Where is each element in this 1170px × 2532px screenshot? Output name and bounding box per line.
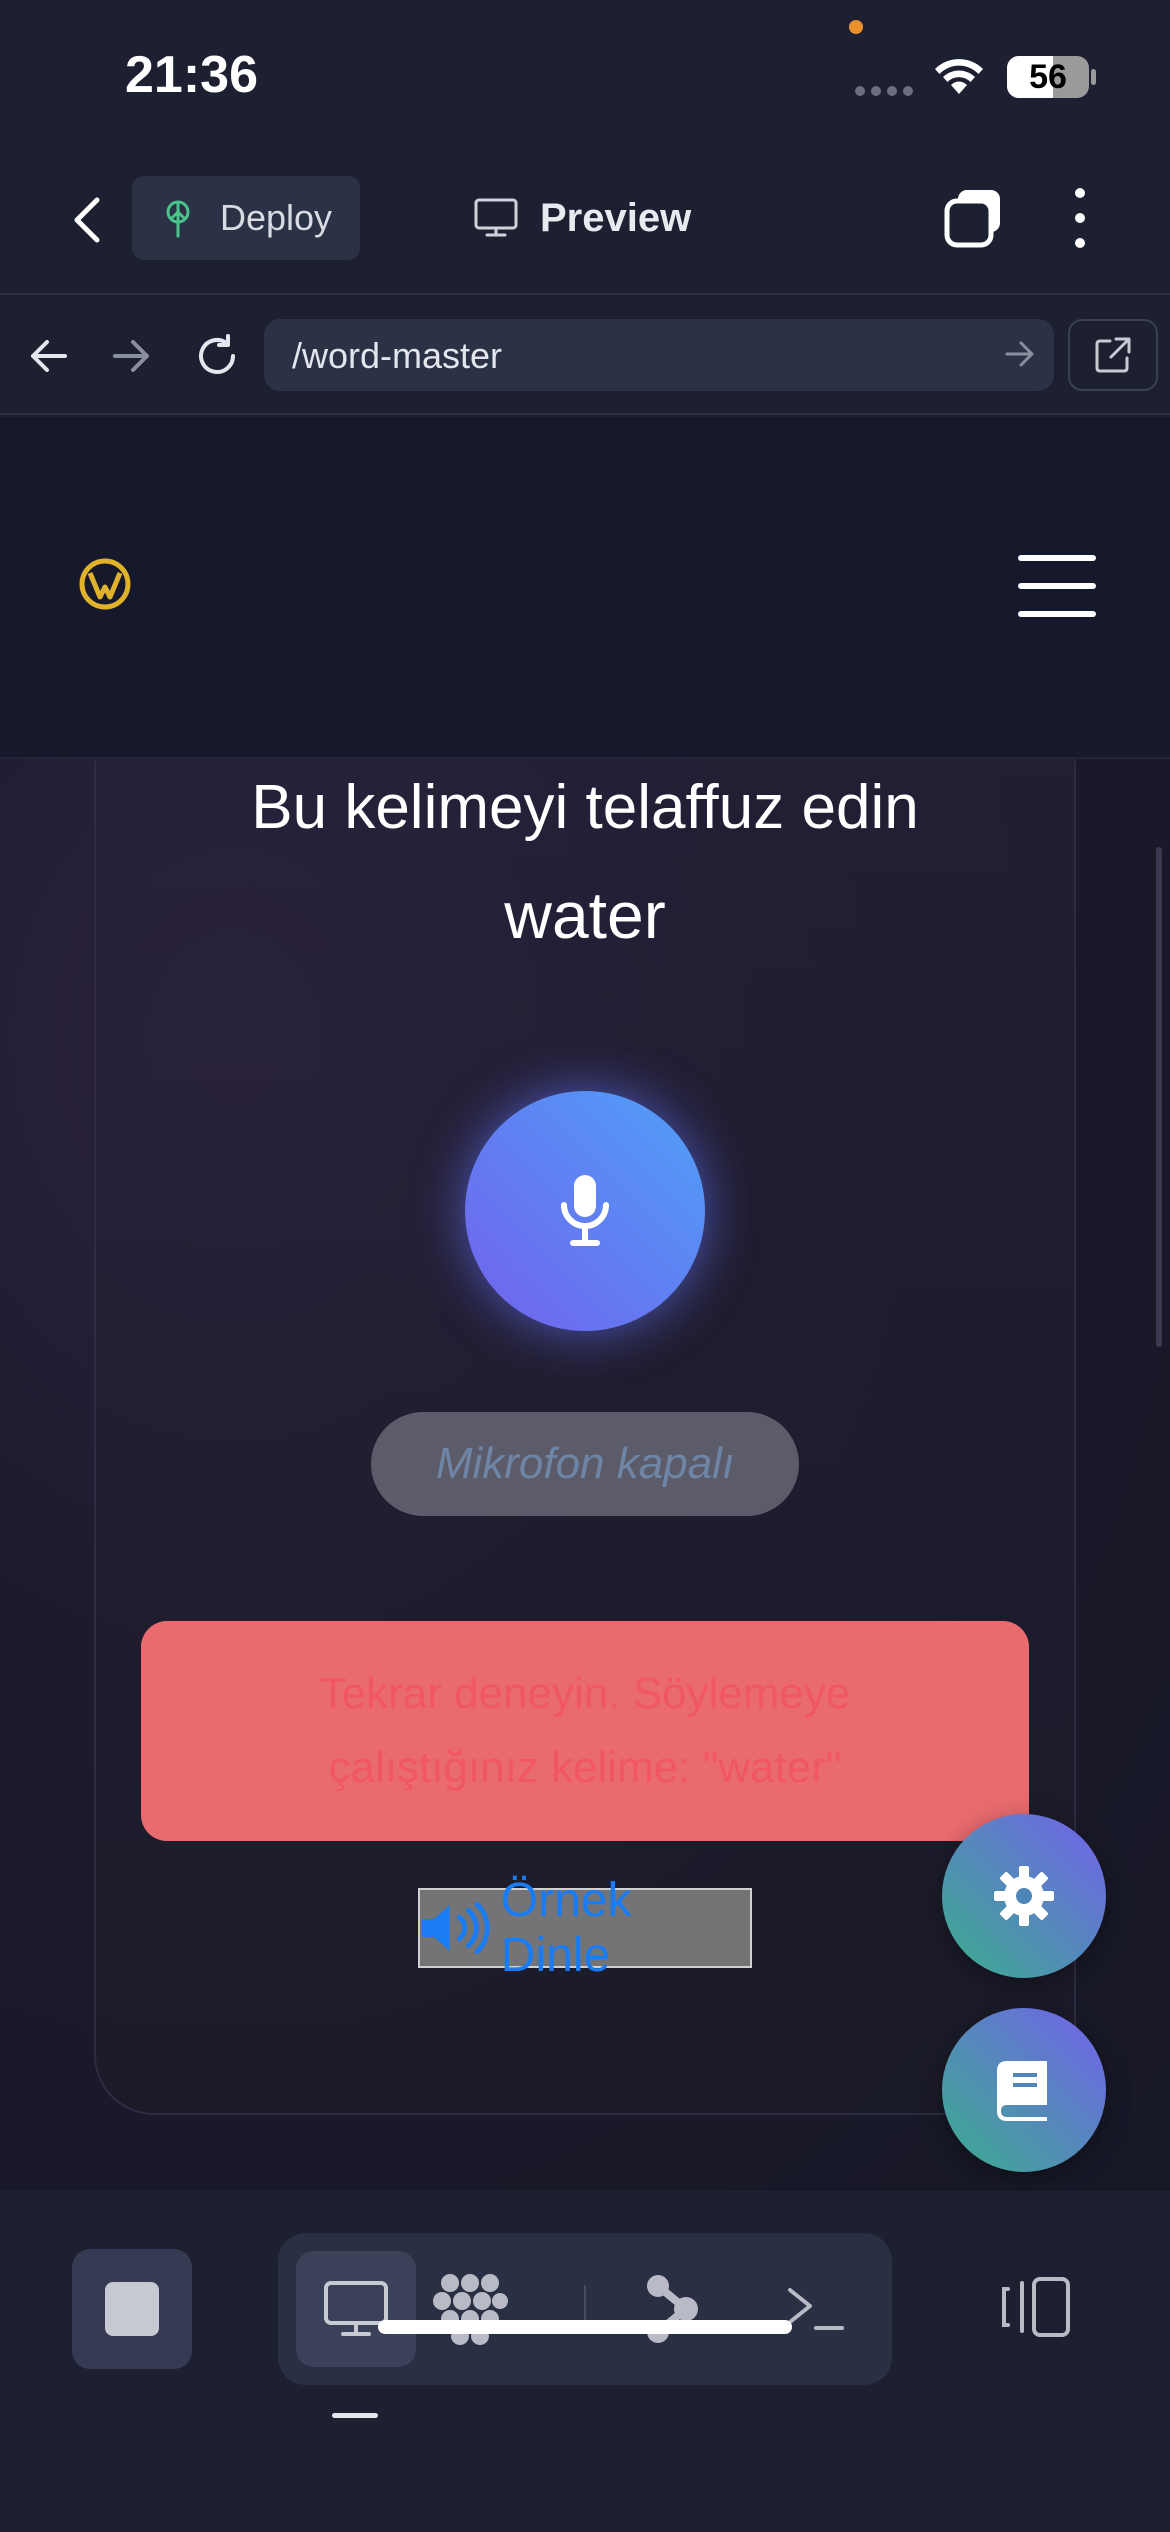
feedback-text: Tekrar deneyin. Söylemeye çalıştığınız k… <box>319 1669 851 1792</box>
battery-icon: 56 <box>1007 56 1089 98</box>
arrow-right-icon <box>113 340 149 372</box>
mode-switcher <box>278 2233 892 2385</box>
preview-tab[interactable]: Preview <box>474 176 691 260</box>
settings-fab[interactable] <box>942 1814 1106 1978</box>
more-vertical-icon[interactable] <box>1060 188 1100 248</box>
scrollbar[interactable] <box>1156 847 1162 1347</box>
monitor-icon <box>474 198 518 237</box>
target-word: water <box>504 878 666 952</box>
listen-example-button[interactable]: Örnek Dinle <box>418 1874 752 1982</box>
privacy-indicator-dot <box>849 20 863 34</box>
mode-workflow-button[interactable] <box>612 2251 732 2367</box>
external-link-icon <box>1095 337 1131 373</box>
nav-back-button[interactable] <box>22 329 76 383</box>
speaker-icon <box>421 1902 490 1954</box>
mode-console-button[interactable] <box>756 2251 876 2367</box>
gear-icon <box>994 1866 1054 1926</box>
mode-apps-button[interactable] <box>410 2251 530 2367</box>
bottom-toolbar <box>0 2191 1170 2532</box>
go-arrow-icon[interactable] <box>1004 337 1036 371</box>
app-toolbar: Deploy Preview <box>0 150 1170 295</box>
grid-dots-icon <box>433 2274 508 2345</box>
url-bar: /word-master <box>0 297 1170 415</box>
preview-label: Preview <box>540 195 692 240</box>
listen-example-label: Örnek Dinle <box>500 1874 632 1982</box>
active-mode-indicator <box>332 2413 378 2418</box>
book-icon <box>997 2061 1047 2121</box>
microphone-icon <box>561 1175 609 1246</box>
terminal-icon <box>788 2288 844 2330</box>
reload-icon <box>199 334 235 374</box>
mic-status-text: Mikrofon kapalı <box>435 1439 735 1488</box>
split-view-icon[interactable] <box>1000 2275 1072 2339</box>
logo-icon[interactable] <box>78 557 132 611</box>
wifi-icon <box>935 59 983 94</box>
stop-icon <box>105 2282 159 2336</box>
status-time: 21:36 <box>125 46 258 104</box>
status-bar: 21:36 56 <box>0 0 1170 150</box>
microphone-button[interactable] <box>465 1091 705 1331</box>
chevron-left-icon <box>74 197 100 243</box>
url-input[interactable]: /word-master <box>264 319 1054 391</box>
deploy-label: Deploy <box>220 197 333 238</box>
feedback-alert: Tekrar deneyin. Söylemeye çalıştığınız k… <box>141 1621 1029 1841</box>
dictionary-fab[interactable] <box>942 2008 1106 2172</box>
site-header <box>0 417 1170 759</box>
prompt-text: Bu kelimeyi telaffuz edin <box>251 773 919 842</box>
reload-button[interactable] <box>190 329 244 383</box>
mic-status-badge: Mikrofon kapalı <box>371 1412 799 1516</box>
battery-level: 56 <box>1029 58 1067 96</box>
nav-forward-button[interactable] <box>104 329 158 383</box>
home-indicator[interactable] <box>378 2320 792 2334</box>
stop-button[interactable] <box>72 2249 192 2369</box>
arrow-left-icon <box>31 340 67 372</box>
deploy-tree-icon <box>166 200 190 238</box>
deploy-button[interactable]: Deploy <box>132 176 360 260</box>
url-text: /word-master <box>292 335 503 376</box>
open-external-button[interactable] <box>1068 319 1158 391</box>
hamburger-icon[interactable] <box>1018 555 1096 617</box>
mode-preview-button[interactable] <box>296 2251 416 2367</box>
web-preview: Bu kelimeyi telaffuz edin water Mikrofon… <box>0 417 1170 2191</box>
back-button[interactable] <box>62 190 112 250</box>
tabs-icon[interactable] <box>942 186 1006 250</box>
cellular-signal-icon <box>855 86 913 96</box>
